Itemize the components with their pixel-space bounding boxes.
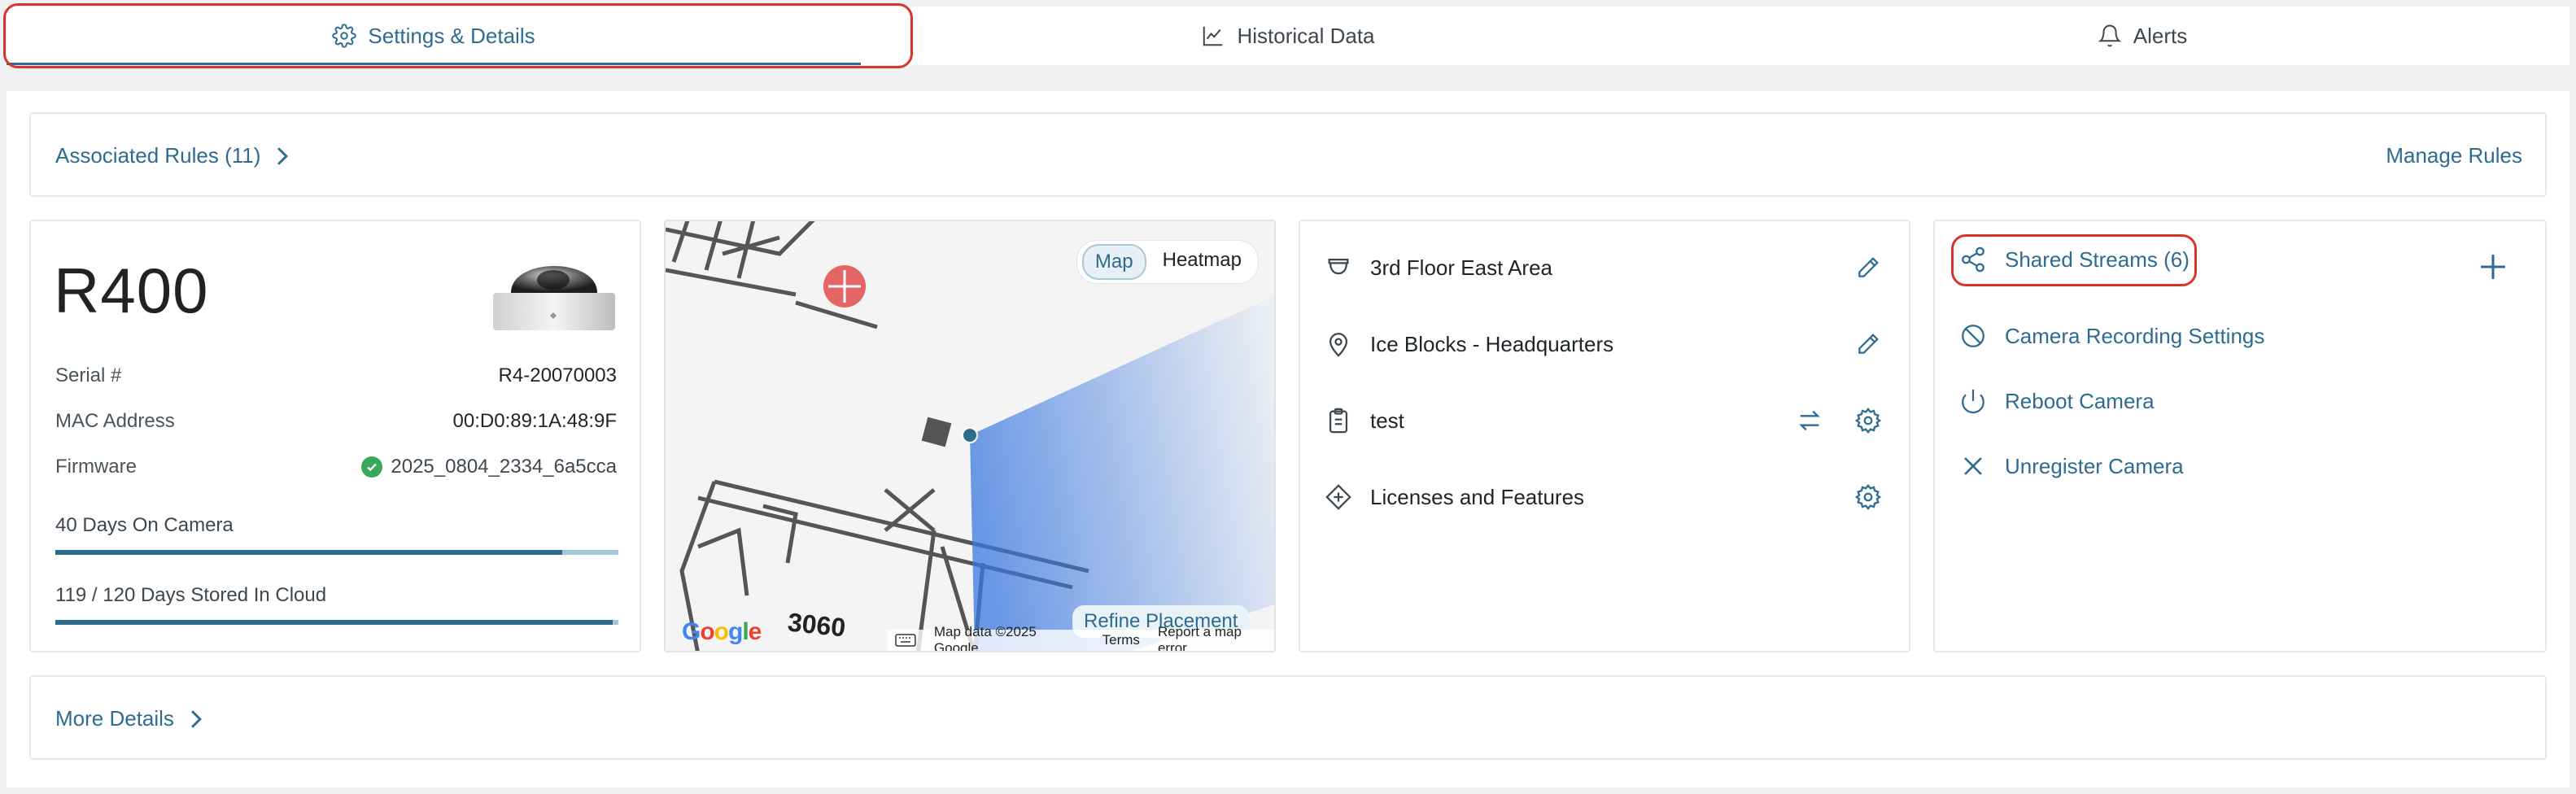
- check-circle-icon: [361, 456, 383, 478]
- map-attribution-bar: Map data ©2025 Google Terms Report a map…: [887, 624, 1274, 651]
- dome-camera-icon: [1328, 258, 1349, 275]
- serial-value: R4-20070003: [498, 364, 617, 386]
- swap-policy-button[interactable]: [1793, 404, 1826, 437]
- licenses-settings-button[interactable]: [1852, 481, 1884, 513]
- area-name: 3rd Floor East Area: [1370, 255, 1552, 280]
- licenses-row: Licenses and Features: [1325, 477, 1884, 517]
- tab-historical-data[interactable]: Historical Data: [861, 7, 1715, 65]
- unregister-camera-label: Unregister Camera: [2005, 453, 2184, 478]
- policy-row: test: [1325, 400, 1884, 441]
- reboot-camera-label: Reboot Camera: [2005, 388, 2155, 413]
- recording-settings-link[interactable]: Camera Recording Settings: [1959, 322, 2264, 350]
- camera-summary-card: R400 Serial # R4-20070003 MAC Address 00…: [29, 220, 641, 652]
- onboard-storage-bar: [55, 550, 618, 555]
- chevron-right-icon: [191, 709, 202, 728]
- mac-value: 00:D0:89:1A:48:9F: [452, 410, 617, 432]
- camera-map[interactable]: Map Heatmap Google 3060 Refine Placement…: [664, 220, 1276, 652]
- serial-label: Serial #: [55, 364, 122, 386]
- tab-alerts-label: Alerts: [2133, 23, 2188, 48]
- associated-rules-link[interactable]: Associated Rules (11): [55, 143, 291, 168]
- edit-area-button[interactable]: [1852, 251, 1884, 284]
- location-pin-icon: [1329, 333, 1348, 357]
- clipboard-icon: [1329, 408, 1348, 434]
- cloud-storage-label: 119 / 120 Days Stored In Cloud: [55, 584, 327, 606]
- unregister-camera-link[interactable]: Unregister Camera: [1959, 452, 2184, 480]
- tab-alerts[interactable]: Alerts: [1715, 7, 2569, 65]
- map-toggle-option[interactable]: Map: [1081, 244, 1146, 280]
- share-icon: [1962, 246, 1984, 273]
- firmware-value: 2025_0804_2334_6a5cca: [361, 456, 617, 478]
- tab-bar: Settings & Details Historical Data Alert…: [7, 7, 2569, 65]
- bell-icon: [2098, 24, 2122, 47]
- rules-bar: Associated Rules (11) Manage Rules: [29, 112, 2547, 197]
- edit-location-button[interactable]: [1852, 328, 1884, 360]
- policy-settings-button[interactable]: [1852, 404, 1884, 437]
- gear-icon: [332, 24, 357, 48]
- gear-icon: [1854, 408, 1882, 434]
- settings-panel: Associated Rules (11) Manage Rules R400 …: [7, 91, 2569, 787]
- close-icon: [1964, 457, 1982, 475]
- pencil-icon: [1858, 257, 1879, 277]
- camera-actions-card: Shared Streams (6) Camera Recording Sett…: [1933, 220, 2547, 652]
- tab-settings-label: Settings & Details: [368, 23, 535, 48]
- plus-icon[interactable]: [2477, 251, 2509, 283]
- onboard-storage-fill: [55, 550, 562, 555]
- location-row: Ice Blocks - Headquarters: [1325, 324, 1884, 364]
- more-details-label: More Details: [55, 706, 174, 731]
- map-data-attribution: Map data ©2025 Google: [933, 624, 1037, 652]
- location-name: Ice Blocks - Headquarters: [1370, 331, 1614, 356]
- cloud-storage-bar: [55, 620, 618, 625]
- mac-row: MAC Address 00:D0:89:1A:48:9F: [55, 410, 617, 433]
- gear-icon: [1854, 484, 1882, 510]
- firmware-label: Firmware: [55, 456, 137, 478]
- shared-streams-label: Shared Streams (6): [2005, 246, 2190, 272]
- shared-streams-link[interactable]: Shared Streams (6): [1959, 246, 2190, 273]
- cloud-storage-fill: [55, 620, 613, 625]
- camera-model: R400: [54, 255, 209, 326]
- tab-history-label: Historical Data: [1237, 23, 1375, 48]
- firmware-row: Firmware 2025_0804_2334_6a5cca: [55, 456, 617, 478]
- camera-info-card: 3rd Floor East Area Ice Blocks - Headqua…: [1299, 220, 1910, 652]
- no-recording-icon: [1962, 325, 1984, 347]
- map-view-toggle: Map Heatmap: [1076, 241, 1258, 283]
- manage-rules-link[interactable]: Manage Rules: [2386, 143, 2522, 168]
- mac-label: MAC Address: [55, 410, 175, 432]
- map-overlay-text: 3060: [786, 607, 847, 643]
- serial-row: Serial # R4-20070003: [55, 364, 617, 387]
- tab-settings-details[interactable]: Settings & Details: [7, 7, 861, 65]
- more-details-link[interactable]: More Details: [55, 706, 205, 731]
- keyboard-icon[interactable]: [895, 634, 916, 647]
- area-row: 3rd Floor East Area: [1325, 247, 1884, 288]
- dome-camera-image: [493, 266, 615, 330]
- chevron-right-icon: [277, 146, 289, 165]
- pencil-icon: [1858, 334, 1879, 354]
- floorplan-map-image: [666, 221, 1274, 651]
- licenses-label: Licenses and Features: [1370, 484, 1585, 509]
- map-terms-link[interactable]: Terms: [1102, 632, 1140, 648]
- reboot-camera-link[interactable]: Reboot Camera: [1959, 387, 2155, 415]
- report-map-error-link[interactable]: Report a map error: [1158, 624, 1274, 651]
- power-icon: [1962, 389, 1984, 414]
- heatmap-toggle-option[interactable]: Heatmap: [1151, 244, 1253, 280]
- associated-rules-label: Associated Rules (11): [55, 143, 261, 168]
- google-logo: Google: [682, 618, 762, 645]
- license-diamond-icon: [1325, 484, 1351, 510]
- firmware-version: 2025_0804_2334_6a5cca: [391, 456, 617, 478]
- policy-name: test: [1370, 408, 1404, 433]
- line-chart-icon: [1203, 26, 1223, 46]
- onboard-storage-label: 40 Days On Camera: [55, 514, 234, 536]
- recording-settings-label: Camera Recording Settings: [2005, 323, 2265, 348]
- more-details-bar: More Details: [29, 675, 2547, 760]
- swap-arrows-icon: [1799, 410, 1820, 431]
